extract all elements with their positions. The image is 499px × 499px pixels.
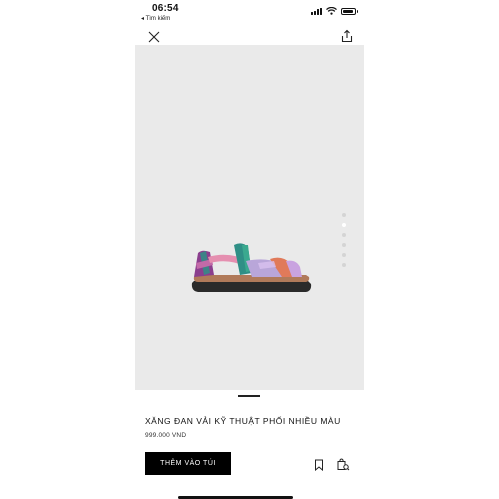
signal-icon [311,7,322,15]
similar-products-icon [337,458,350,471]
status-icons [311,6,358,16]
battery-icon [341,7,358,15]
similar-products-button[interactable] [336,457,350,471]
close-icon [148,31,160,43]
wifi-icon [326,7,337,15]
gallery-dot[interactable] [342,213,346,217]
status-time: 06:54 [152,3,179,14]
gallery-dot[interactable] [342,263,346,267]
add-to-bag-button[interactable]: THÊM VÀO TÚI [145,452,231,475]
battery-level [343,9,353,13]
share-icon [341,29,353,43]
bookmark-icon [315,459,323,472]
product-title: XĂNG ĐAN VẢI KỸ THUẬT PHỐI NHIỀU MÀU [145,416,341,426]
bookmark-button[interactable] [314,458,324,472]
sandal-image [191,243,312,292]
share-button[interactable] [340,29,354,43]
gallery-dot[interactable] [342,233,346,237]
gallery-dots [342,213,346,267]
status-bar: 06:54 ◂ Tìm kiếm [0,0,499,24]
close-button[interactable] [147,30,161,44]
gallery-dot[interactable] [342,223,346,227]
gallery-dot[interactable] [342,243,346,247]
page-indicator [238,395,260,397]
back-to-search-link[interactable]: ◂ Tìm kiếm [141,15,170,22]
product-price: 999.000 VND [145,432,187,439]
gallery-dot[interactable] [342,253,346,257]
product-image[interactable] [135,45,364,390]
